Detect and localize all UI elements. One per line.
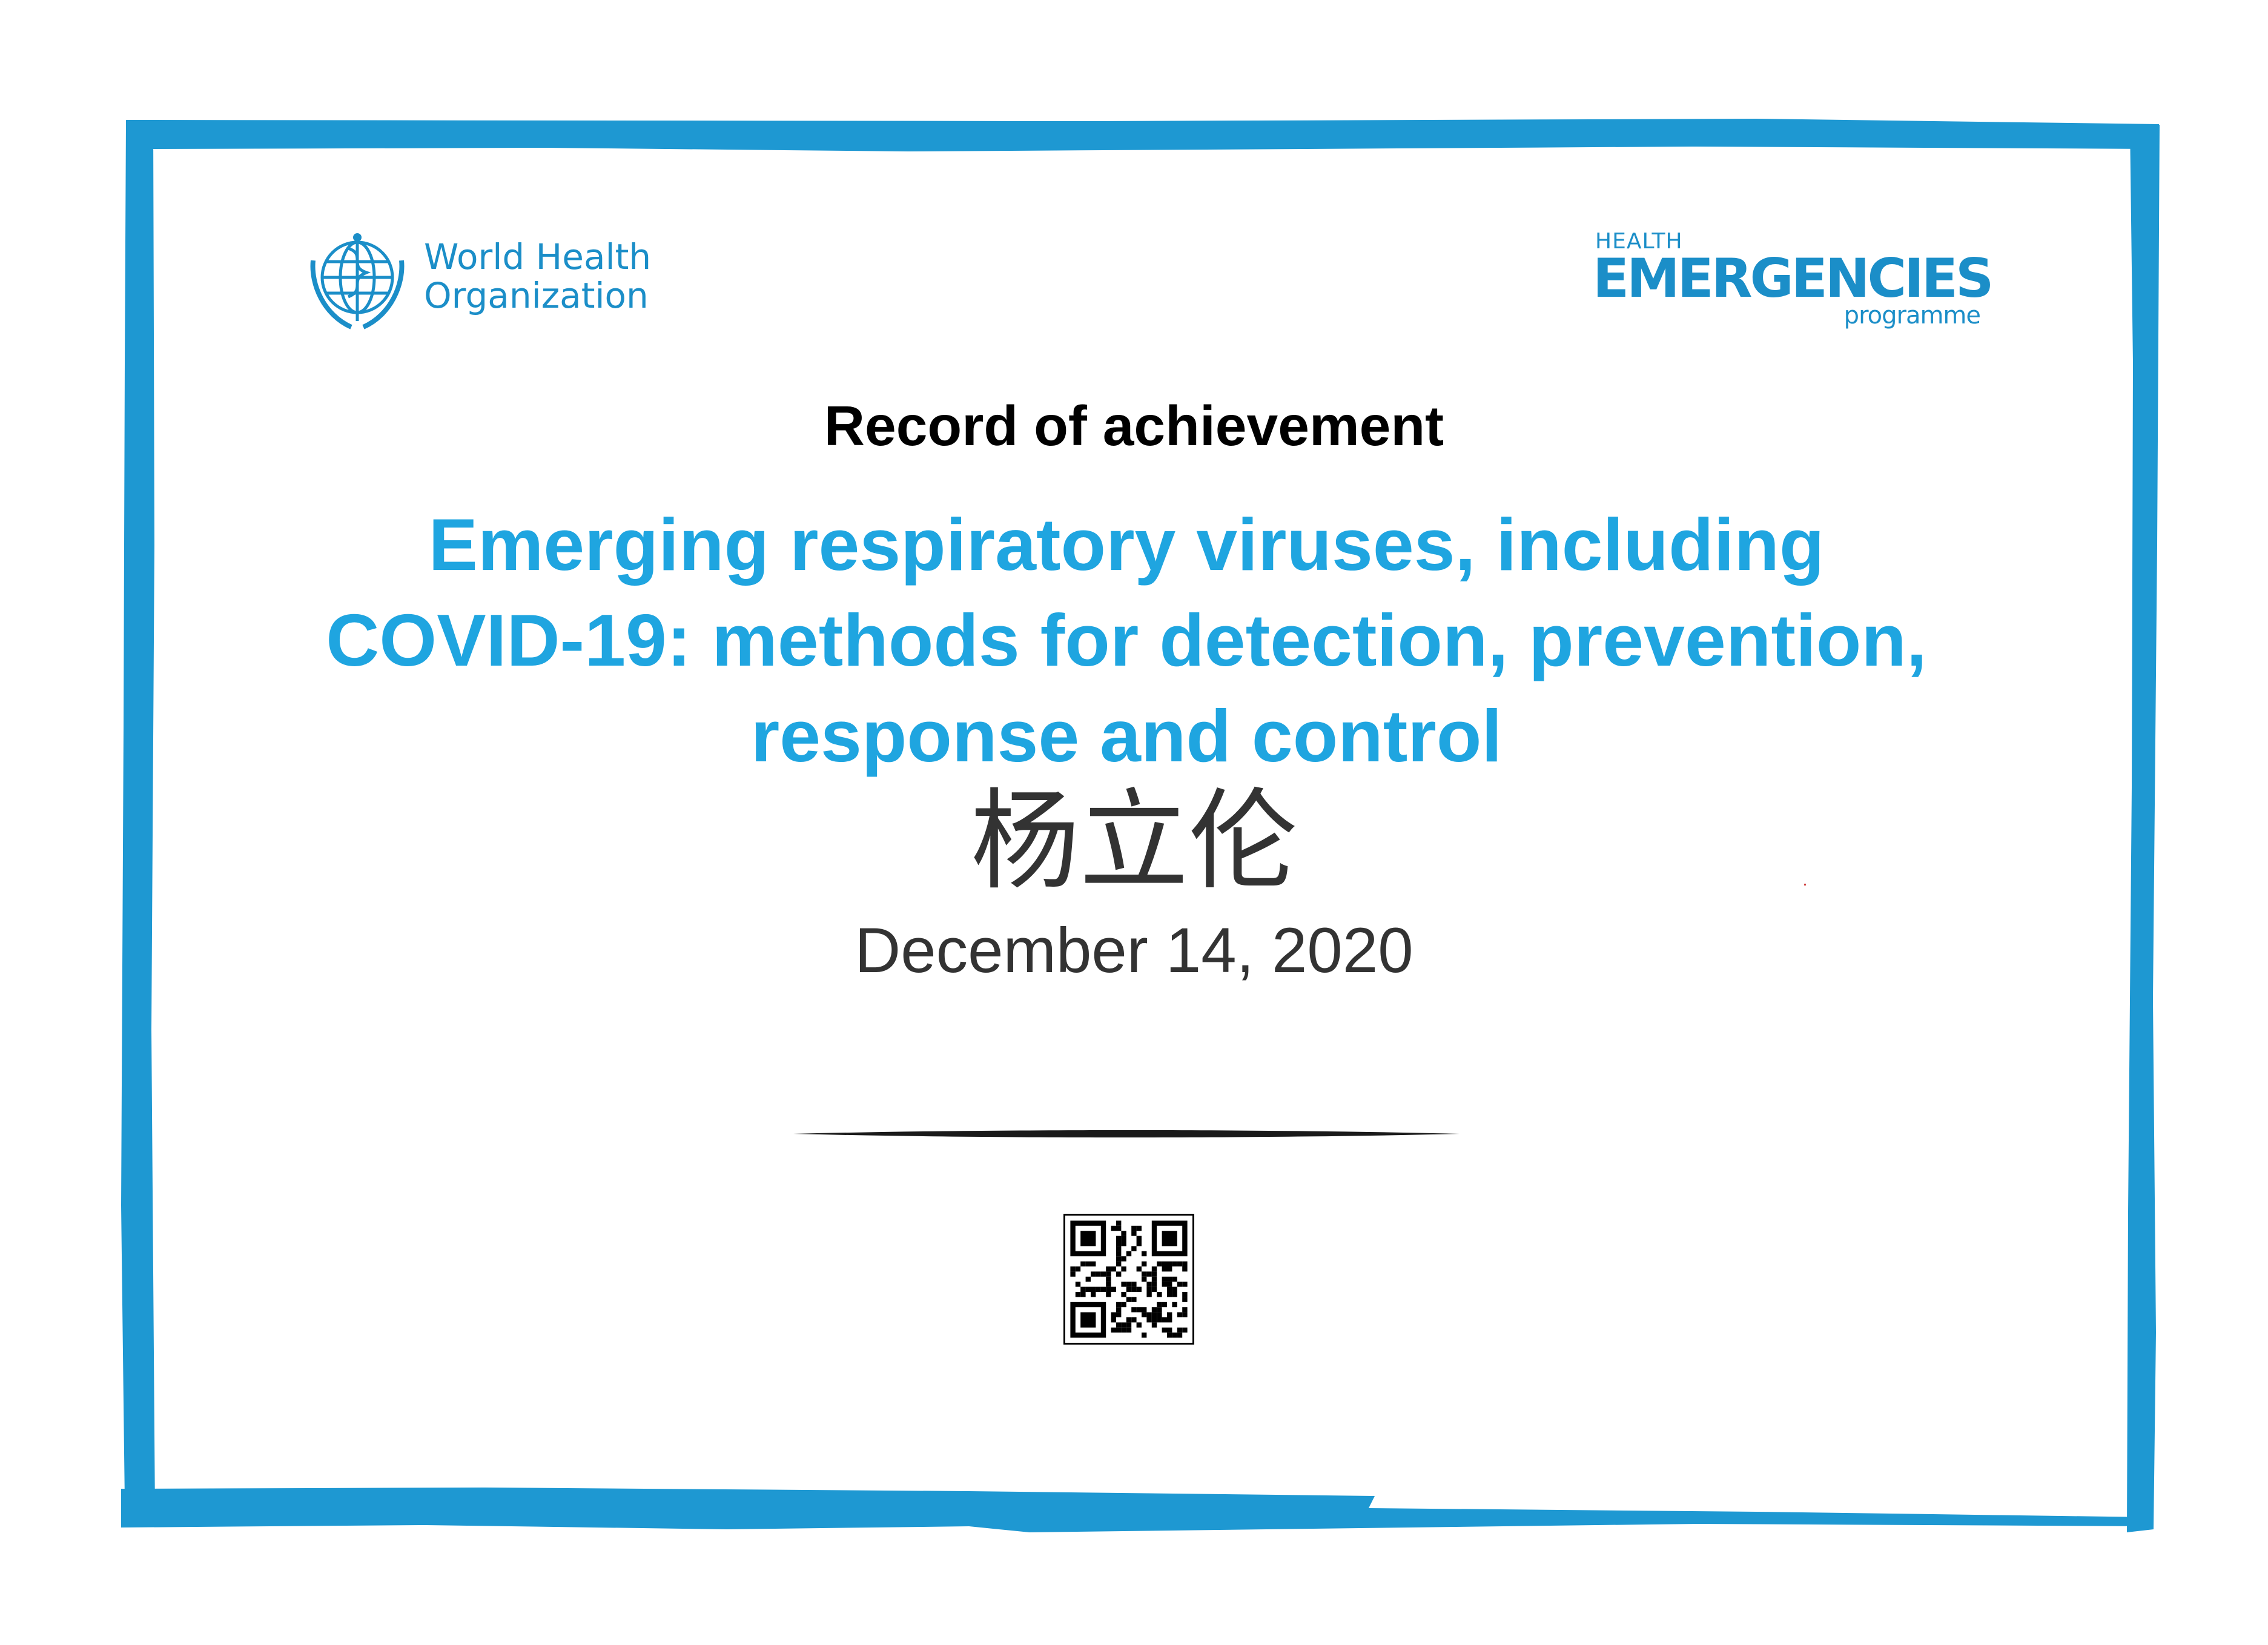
stray-mark xyxy=(1804,884,1806,885)
hep-logo-big: EMERGENCIES xyxy=(1593,247,1994,309)
signature-line xyxy=(793,1130,1460,1137)
who-wordmark: World Health Organization xyxy=(424,237,651,315)
who-logo: World Health Organization xyxy=(300,224,651,336)
hep-logo-sub: programme xyxy=(1843,302,1981,329)
certificate-heading: Record of achievement xyxy=(824,394,1444,457)
course-title-line: Emerging respiratory viruses, including xyxy=(428,503,1825,586)
who-wordmark-line2: Organization xyxy=(424,275,649,316)
award-date: December 14, 2020 xyxy=(855,915,1413,986)
course-title-line: response and control xyxy=(750,695,1503,777)
qr-code[interactable] xyxy=(1063,1214,1194,1345)
who-emblem-icon xyxy=(310,233,405,329)
qr-code-icon xyxy=(1070,1220,1188,1338)
course-title: Emerging respiratory viruses, including … xyxy=(182,497,2071,784)
who-wordmark-line1: World Health xyxy=(424,236,652,277)
course-title-line: COVID-19: methods for detection, prevent… xyxy=(326,599,1927,681)
health-emergencies-logo: HEALTH EMERGENCIES programme xyxy=(1593,229,1994,332)
recipient-name: 杨立伦 xyxy=(970,778,1298,905)
